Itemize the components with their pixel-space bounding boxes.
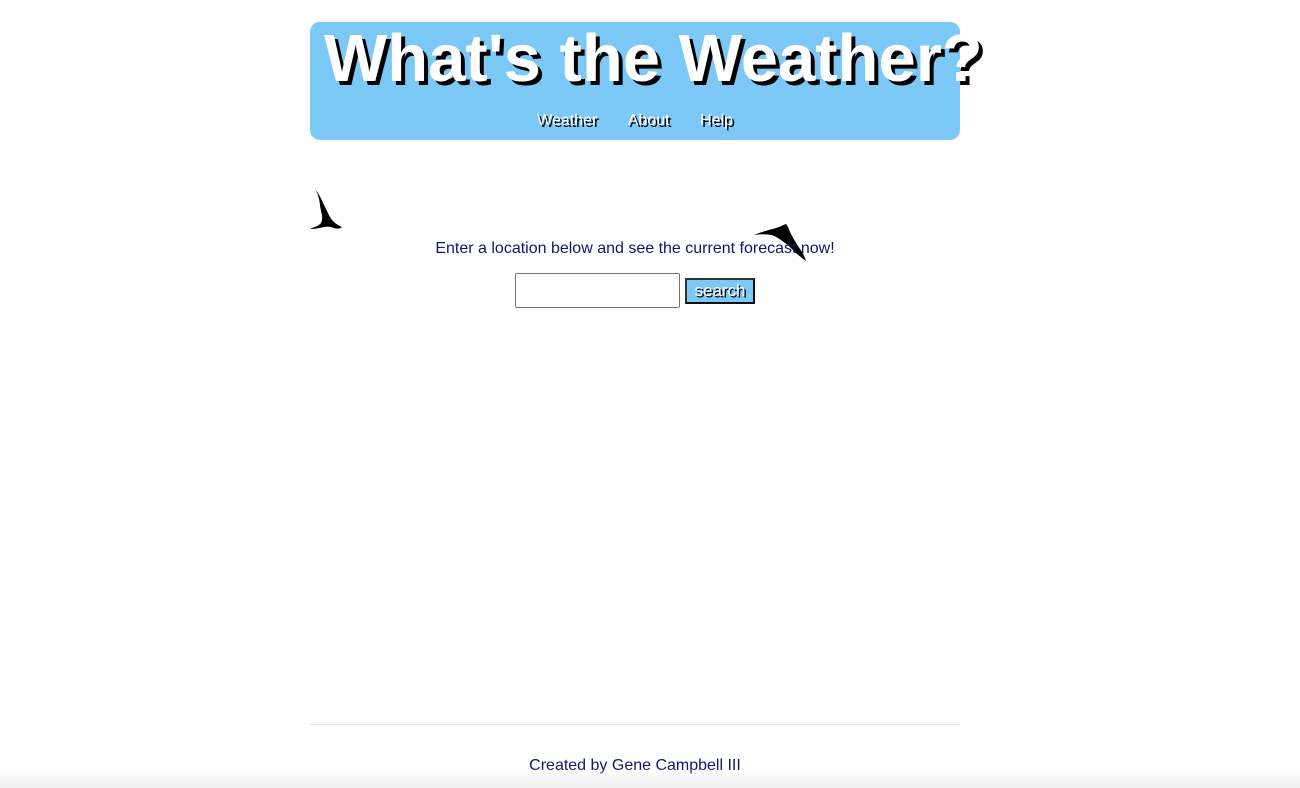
location-search-input[interactable] xyxy=(515,273,680,308)
footer-credit: Created by Gene Campbell III xyxy=(529,757,741,774)
search-form: search xyxy=(310,273,960,308)
site-title: What's the Weather? xyxy=(324,21,983,96)
nav-link-about[interactable]: About xyxy=(628,111,670,131)
nav-link-weather[interactable]: Weather xyxy=(537,111,597,131)
nav-link-help[interactable]: Help xyxy=(700,111,733,131)
footer-divider xyxy=(310,724,960,725)
bird-silhouette-icon xyxy=(310,189,342,229)
main-nav: Weather About Help xyxy=(310,111,960,131)
page: What's the Weather? Weather About Help E… xyxy=(0,0,1300,788)
intro-text: Enter a location below and see the curre… xyxy=(435,240,835,257)
search-button[interactable]: search xyxy=(685,277,755,304)
site-header: What's the Weather? Weather About Help xyxy=(310,21,983,140)
